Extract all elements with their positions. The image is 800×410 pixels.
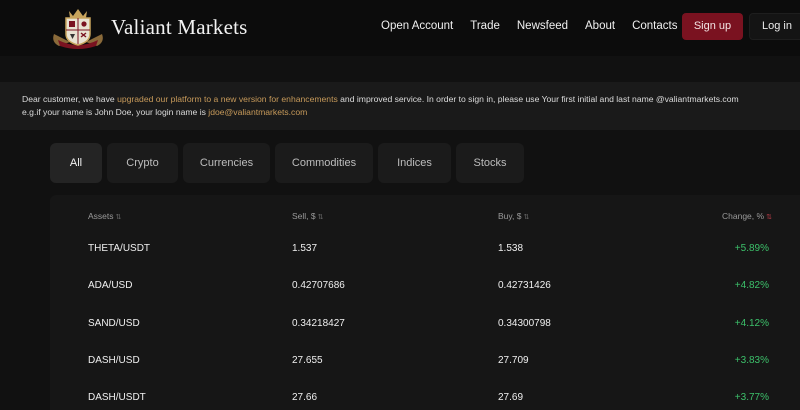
- nav-trade[interactable]: Trade: [470, 20, 500, 32]
- sort-arrows-icon[interactable]: ⇅: [318, 214, 324, 221]
- main-nav: Open Account Trade Newsfeed About Contac…: [381, 20, 694, 32]
- notice-email-link[interactable]: jdoe@valiantmarkets.com: [208, 107, 307, 117]
- tab-crypto[interactable]: Crypto: [107, 143, 178, 183]
- notice-text: Dear customer, we have: [22, 94, 118, 104]
- sell-price: 1.537: [292, 243, 318, 254]
- tab-all[interactable]: All: [50, 143, 102, 183]
- sort-arrows-icon[interactable]: ⇅: [766, 214, 772, 221]
- crest-logo-icon: [53, 9, 103, 49]
- logo[interactable]: Valiant Markets: [50, 4, 248, 50]
- buy-price: 27.709: [498, 355, 529, 366]
- tab-stocks[interactable]: Stocks: [456, 143, 524, 183]
- nav-open-account[interactable]: Open Account: [381, 20, 453, 32]
- sell-price: 27.66: [292, 392, 318, 403]
- nav-about[interactable]: About: [585, 20, 615, 32]
- column-label: Change, %: [722, 211, 765, 221]
- buy-price: 27.69: [498, 392, 524, 403]
- asset-category-tabs: All Crypto Currencies Commodities Indice…: [50, 143, 529, 183]
- asset-name: ADA/USD: [88, 280, 133, 291]
- change-percent: +3.77%: [734, 392, 769, 403]
- asset-table: [50, 195, 800, 410]
- sell-price: 0.34218427: [292, 318, 345, 329]
- buy-price: 1.538: [498, 243, 524, 254]
- tab-currencies[interactable]: Currencies: [183, 143, 270, 183]
- signup-button[interactable]: Sign up: [682, 13, 743, 40]
- nav-newsfeed[interactable]: Newsfeed: [517, 20, 568, 32]
- column-label: Buy, $: [498, 211, 522, 221]
- tab-commodities[interactable]: Commodities: [275, 143, 373, 183]
- asset-name: THETA/USDT: [88, 243, 151, 254]
- column-header-buy[interactable]: Buy, $ ⇅: [498, 211, 529, 221]
- asset-name: DASH/USD: [88, 355, 140, 366]
- notice-text: and improved service. In order to sign i…: [337, 94, 739, 104]
- column-header-change[interactable]: Change, % ⇅: [722, 211, 772, 221]
- buy-price: 0.42731426: [498, 280, 551, 291]
- change-percent: +4.12%: [734, 318, 769, 329]
- notice-line-1: Dear customer, we have upgraded our plat…: [22, 93, 800, 106]
- asset-name: SAND/USD: [88, 318, 140, 329]
- change-percent: +3.83%: [734, 355, 769, 366]
- notice-text: e.g.if your name is John Doe, your login…: [22, 106, 209, 117]
- nav-contacts[interactable]: Contacts: [632, 20, 677, 32]
- asset-name: DASH/USDT: [88, 392, 146, 403]
- buy-price: 0.34300798: [498, 318, 551, 329]
- sell-price: 27.655: [292, 355, 323, 366]
- sell-price: 0.42707686: [292, 280, 345, 291]
- sort-arrows-icon[interactable]: ⇅: [116, 214, 122, 221]
- notice-banner: Dear customer, we have upgraded our plat…: [0, 82, 800, 130]
- tab-indices[interactable]: Indices: [378, 143, 451, 183]
- notice-upgrade-link[interactable]: upgraded our platform to a new version f…: [117, 94, 338, 104]
- notice-line-2: e.g.if your name is John Doe, your login…: [22, 106, 800, 119]
- change-percent: +4.82%: [734, 280, 769, 291]
- sort-arrows-icon[interactable]: ⇅: [523, 214, 529, 221]
- site-header: Valiant Markets Open Account Trade Newsf…: [0, 0, 800, 56]
- column-header-sell[interactable]: Sell, $ ⇅: [292, 211, 324, 221]
- brand-name: Valiant Markets: [111, 14, 248, 39]
- login-button[interactable]: Log in: [749, 13, 800, 40]
- change-percent: +5.89%: [734, 243, 769, 254]
- column-header-assets[interactable]: Assets ⇅: [88, 211, 121, 221]
- column-label: Assets: [88, 211, 114, 221]
- column-label: Sell, $: [292, 211, 316, 221]
